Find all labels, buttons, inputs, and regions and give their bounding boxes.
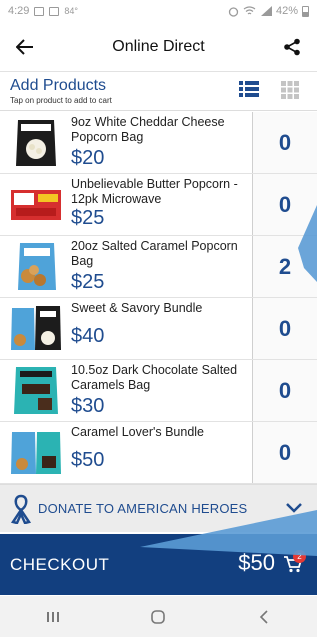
butter-popcorn-box-image xyxy=(11,190,61,220)
donate-bar[interactable]: DONATE TO AMERICAN HEROES xyxy=(0,484,317,532)
cart-count-badge: 2 xyxy=(293,550,306,563)
home-icon xyxy=(151,609,166,624)
share-button[interactable] xyxy=(267,22,317,72)
home-button[interactable] xyxy=(138,602,178,632)
status-right: 42% xyxy=(228,5,309,17)
product-row[interactable]: 20oz Salted Caramel Popcorn Bag $25 2 xyxy=(0,236,317,298)
image-icon xyxy=(49,6,60,16)
add-products-hint: Tap on product to add to cart xyxy=(10,96,112,105)
quantity-field[interactable]: 2 xyxy=(252,236,317,297)
status-left: 4:29 84° xyxy=(8,5,78,17)
product-name: Sweet & Savory Bundle xyxy=(71,301,203,315)
product-name: 20oz Salted Caramel Popcorn Bag xyxy=(71,239,238,268)
back-button[interactable] xyxy=(0,22,50,72)
product-price: $20 xyxy=(71,147,105,169)
quantity-field[interactable]: 0 xyxy=(252,360,317,421)
add-products-title: Add Products xyxy=(10,77,107,94)
product-price: $30 xyxy=(71,395,105,417)
product-row[interactable]: Caramel Lover's Bundle $50 0 xyxy=(0,422,317,484)
caramel-lovers-bundle-image xyxy=(11,432,61,474)
quantity-field[interactable]: 0 xyxy=(252,422,317,483)
checkout-label: CHECKOUT xyxy=(10,554,110,574)
ribbon-icon xyxy=(10,494,32,524)
dark-chocolate-bag-image xyxy=(14,367,58,414)
recent-apps-button[interactable] xyxy=(33,602,73,632)
chevron-left-icon xyxy=(260,609,268,624)
notification-icon xyxy=(34,6,45,16)
product-name: 9oz White Cheddar Cheese Popcorn Bag xyxy=(71,115,225,144)
app-bar: Online Direct xyxy=(0,22,317,72)
page-title: Online Direct xyxy=(112,37,205,55)
signal-icon xyxy=(260,6,272,16)
chevron-down-icon[interactable] xyxy=(285,499,303,517)
sweet-savory-bundle-image xyxy=(11,306,61,350)
quantity-field[interactable]: 0 xyxy=(252,174,317,235)
quantity-field[interactable]: 0 xyxy=(252,112,317,173)
product-list: 9oz White Cheddar Cheese Popcorn Bag $20… xyxy=(0,112,317,484)
quantity-field[interactable]: 0 xyxy=(252,298,317,359)
status-temperature: 84° xyxy=(64,6,79,16)
grid-view-icon[interactable] xyxy=(281,81,299,99)
status-time: 4:29 xyxy=(8,5,30,17)
add-products-header: Add Products Tap on product to add to ca… xyxy=(0,73,317,111)
checkout-button[interactable]: CHECKOUT $50 2 xyxy=(0,534,317,595)
product-row[interactable]: 10.5oz Dark Chocolate Salted Caramels Ba… xyxy=(0,360,317,422)
donate-label: DONATE TO AMERICAN HEROES xyxy=(38,501,248,516)
product-name: Caramel Lover's Bundle xyxy=(71,425,205,439)
product-price: $25 xyxy=(71,271,105,293)
share-icon xyxy=(284,38,300,55)
product-row[interactable]: Sweet & Savory Bundle $40 0 xyxy=(0,298,317,360)
product-price: $40 xyxy=(71,325,105,347)
list-view-icon[interactable] xyxy=(239,81,259,97)
product-name: 10.5oz Dark Chocolate Salted Caramels Ba… xyxy=(71,363,238,392)
alarm-icon xyxy=(228,6,239,17)
checkout-total: $50 xyxy=(238,550,275,575)
wifi-icon xyxy=(243,6,256,15)
product-price: $25 xyxy=(71,207,105,229)
system-back-button[interactable] xyxy=(244,602,284,632)
product-row[interactable]: Unbelievable Butter Popcorn - 12pk Micro… xyxy=(0,174,317,236)
product-row[interactable]: 9oz White Cheddar Cheese Popcorn Bag $20… xyxy=(0,112,317,174)
battery-percent: 42% xyxy=(275,5,298,17)
system-nav-bar xyxy=(0,596,317,637)
recent-apps-icon xyxy=(46,611,59,622)
status-bar: 4:29 84° 42% xyxy=(0,0,317,22)
arrow-back-icon xyxy=(16,38,33,55)
product-name: Unbelievable Butter Popcorn - 12pk Micro… xyxy=(71,177,238,206)
battery-icon xyxy=(302,5,309,17)
white-cheddar-bag-image xyxy=(16,120,56,166)
product-price: $50 xyxy=(71,449,105,471)
salted-caramel-bag-image xyxy=(18,243,56,290)
